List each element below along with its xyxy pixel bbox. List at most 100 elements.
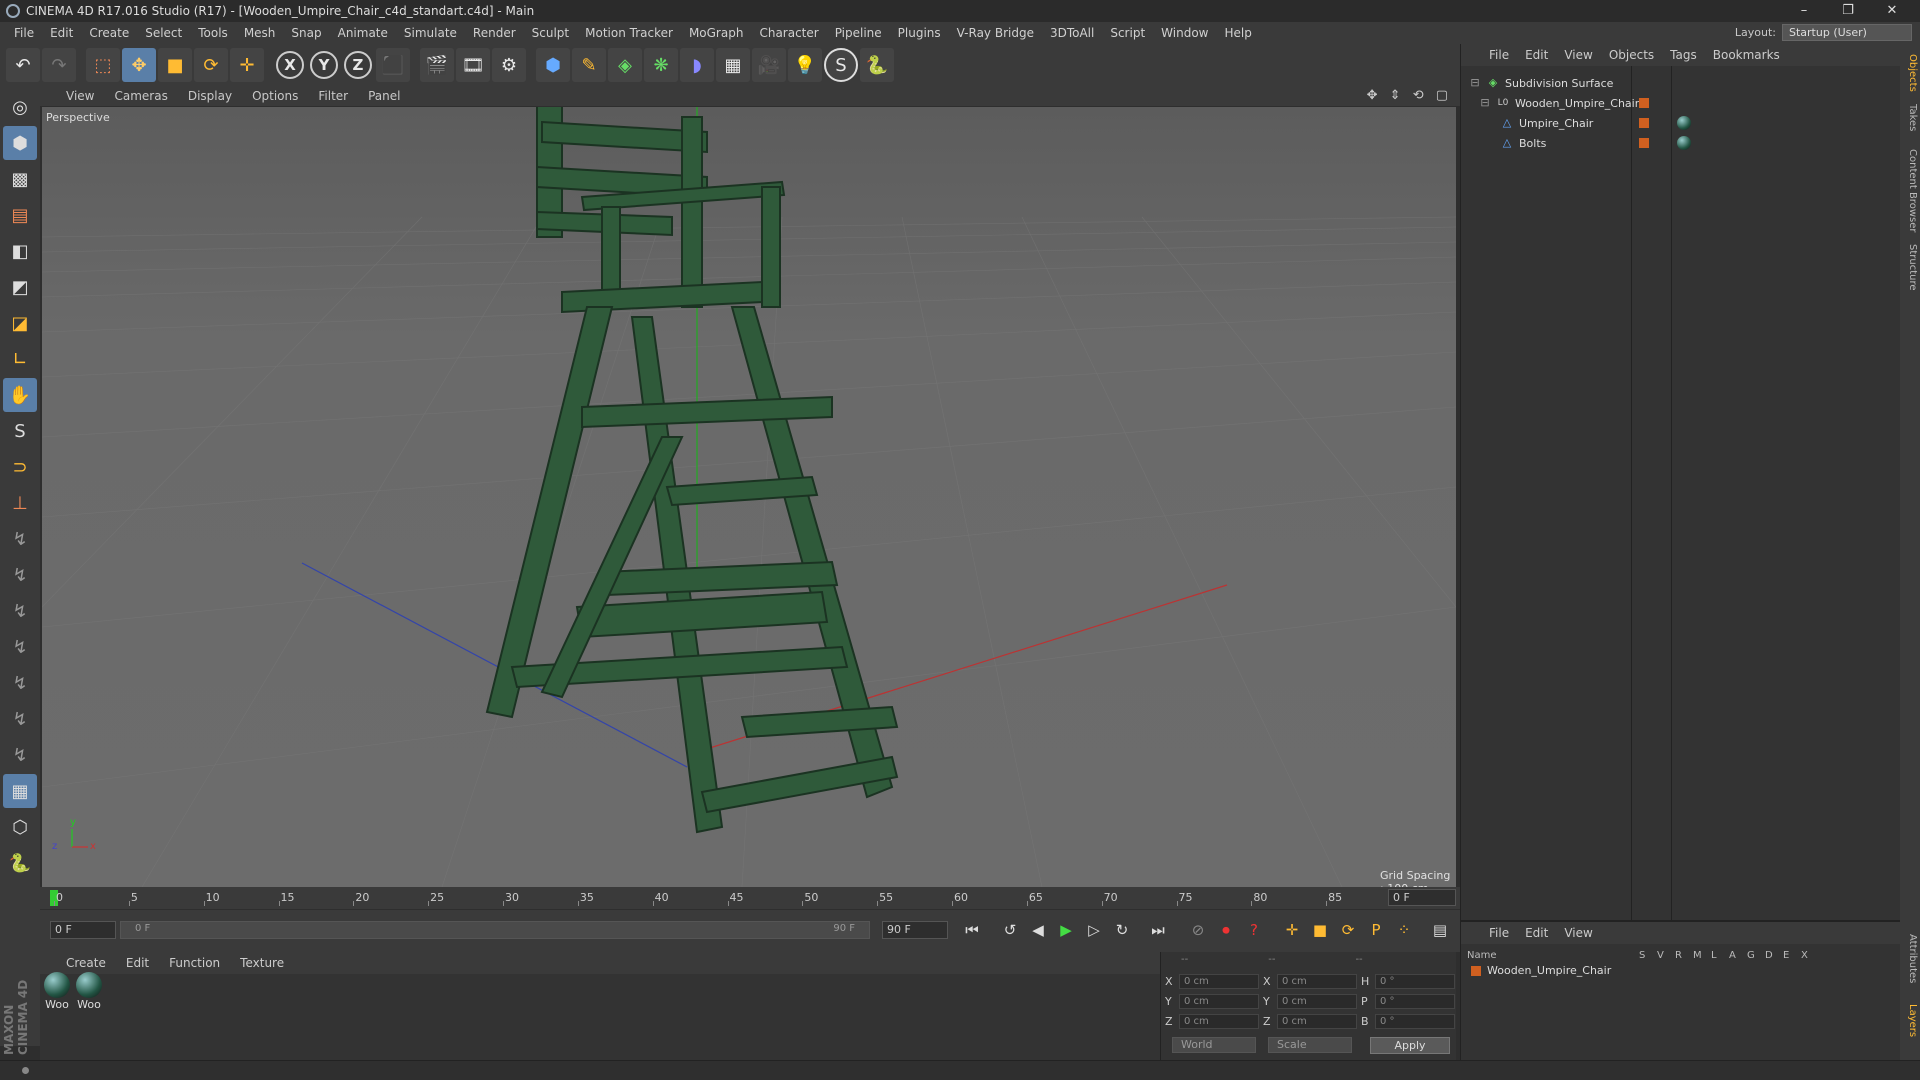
menu-plugins[interactable]: Plugins — [890, 26, 949, 40]
object-row-subdivision-surface[interactable]: ⊟ ◈ Subdivision Surface — [1469, 74, 1613, 92]
material-thumbnail[interactable]: Woo — [74, 972, 104, 1011]
cube-primitive-icon[interactable]: ⬢ — [536, 48, 570, 82]
viewport-menu-panel[interactable]: Panel — [358, 89, 410, 103]
viewport-menu-view[interactable]: View — [56, 89, 104, 103]
layer-color-chip[interactable] — [1639, 98, 1649, 108]
rotation-h-field[interactable]: 0 ° — [1375, 974, 1455, 989]
redo-icon[interactable]: ↷ — [42, 48, 76, 82]
layer-color-chip[interactable] — [1471, 965, 1481, 976]
minimize-button[interactable]: – — [1782, 0, 1826, 22]
layers-menu-view[interactable]: View — [1556, 926, 1600, 940]
object-row-umpire-chair[interactable]: △ Umpire_Chair — [1501, 114, 1594, 132]
menu-file[interactable]: File — [6, 26, 42, 40]
material-thumbnail[interactable]: Woo — [42, 972, 72, 1011]
z-axis-lock-icon[interactable]: Z — [344, 51, 372, 79]
material-menu-create[interactable]: Create — [56, 956, 116, 970]
points-mode-icon[interactable]: ◧ — [3, 234, 37, 268]
transform-tool-icon[interactable]: ✛ — [230, 48, 264, 82]
move-tool-icon[interactable]: ✥ — [122, 48, 156, 82]
sculpt-brush-7-icon[interactable]: ↯ — [3, 738, 37, 772]
close-button[interactable]: ✕ — [1870, 0, 1914, 22]
tab-content-browser[interactable]: Content Browser — [1902, 149, 1918, 232]
workplane-mode-icon[interactable]: ▤ — [3, 198, 37, 232]
timeline-layout-icon[interactable]: ▤ — [1428, 918, 1452, 942]
sculpt-brush-1-icon[interactable]: ↯ — [3, 522, 37, 556]
axis-mode-icon[interactable]: ∟ — [3, 342, 37, 376]
grid-lock-icon[interactable]: ▦ — [3, 774, 37, 808]
layers-menu-file[interactable]: File — [1481, 926, 1517, 940]
go-to-end-icon[interactable]: ⏭ — [1146, 918, 1170, 942]
subdivision-surface-icon[interactable]: ◈ — [608, 48, 642, 82]
perspective-viewport[interactable]: y x z Perspective Grid Spacing : 100 cm — [42, 107, 1456, 887]
menu-3dtoall[interactable]: 3DToAll — [1042, 26, 1102, 40]
start-frame-field[interactable]: 0 F — [50, 921, 116, 939]
object-row-wooden-umpire-chair[interactable]: ⊟ L0 Wooden_Umpire_Chair — [1479, 94, 1639, 112]
magnet-icon[interactable]: ⊃ — [3, 450, 37, 484]
auto-key-icon[interactable]: ? — [1242, 918, 1266, 942]
material-menu-function[interactable]: Function — [159, 956, 230, 970]
viewport-menu-display[interactable]: Display — [178, 89, 242, 103]
texture-mode-icon[interactable]: ▩ — [3, 162, 37, 196]
cloner-icon[interactable]: ❋ — [644, 48, 678, 82]
current-frame-field[interactable]: 0 F — [1388, 889, 1456, 906]
python-script-icon[interactable]: 🐍 — [3, 846, 37, 880]
next-frame-icon[interactable]: ▷ — [1082, 918, 1106, 942]
key-position-icon[interactable]: ✛ — [1280, 918, 1304, 942]
previous-key-icon[interactable]: ↺ — [998, 918, 1022, 942]
menu-snap[interactable]: Snap — [283, 26, 329, 40]
menu-animate[interactable]: Animate — [330, 26, 396, 40]
light-icon[interactable]: 💡 — [788, 48, 822, 82]
key-scale-icon[interactable]: ■ — [1308, 918, 1332, 942]
viewport-menu-options[interactable]: Options — [242, 89, 308, 103]
camera-icon[interactable]: 🎥 — [752, 48, 786, 82]
objects-menu-tags[interactable]: Tags — [1662, 48, 1705, 62]
sculpt-brush-3-icon[interactable]: ↯ — [3, 594, 37, 628]
next-key-icon[interactable]: ↻ — [1110, 918, 1134, 942]
render-settings-icon[interactable]: ⚙ — [492, 48, 526, 82]
previous-frame-icon[interactable]: ◀ — [1026, 918, 1050, 942]
model-mode-icon[interactable]: ⬢ — [3, 126, 37, 160]
tab-layers[interactable]: Layers — [1902, 1004, 1918, 1037]
menu-simulate[interactable]: Simulate — [396, 26, 465, 40]
tweak-mode-icon[interactable]: ✋ — [3, 378, 37, 412]
play-icon[interactable]: ▶ — [1054, 918, 1078, 942]
frame-range-slider[interactable]: 0 F 90 F — [120, 921, 870, 939]
bake-icon[interactable]: ⬡ — [3, 810, 37, 844]
material-menu-edit[interactable]: Edit — [116, 956, 159, 970]
layers-menu-edit[interactable]: Edit — [1517, 926, 1556, 940]
sculpt-brush-6-icon[interactable]: ↯ — [3, 702, 37, 736]
menu-window[interactable]: Window — [1153, 26, 1216, 40]
object-row-bolts[interactable]: △ Bolts — [1501, 134, 1547, 152]
timeline-ruler[interactable]: 051015202530354045505560657075808590 — [40, 887, 1460, 909]
key-pla-icon[interactable]: ⁘ — [1392, 918, 1416, 942]
objects-menu-bookmarks[interactable]: Bookmarks — [1705, 48, 1788, 62]
scale-tool-icon[interactable]: ■ — [158, 48, 192, 82]
record-icon[interactable]: ⏺ — [1214, 918, 1238, 942]
menu-select[interactable]: Select — [137, 26, 190, 40]
live-selection-icon[interactable]: ⬚ — [86, 48, 120, 82]
rotation-p-field[interactable]: 0 ° — [1375, 994, 1455, 1009]
menu-mesh[interactable]: Mesh — [236, 26, 284, 40]
tab-objects[interactable]: Objects — [1902, 54, 1918, 92]
rotation-b-field[interactable]: 0 ° — [1375, 1014, 1455, 1029]
record-off-icon[interactable]: ⊘ — [1186, 918, 1210, 942]
layout-select[interactable]: Startup (User) — [1782, 24, 1912, 41]
render-picture-viewer-icon[interactable]: 🎞 — [456, 48, 490, 82]
menu-help[interactable]: Help — [1216, 26, 1259, 40]
position-y-field[interactable]: 0 cm — [1179, 994, 1259, 1009]
size-y-field[interactable]: 0 cm — [1277, 994, 1357, 1009]
undo-icon[interactable]: ↶ — [6, 48, 40, 82]
sculpt-brush-4-icon[interactable]: ↯ — [3, 630, 37, 664]
material-tag-icon[interactable] — [1677, 136, 1691, 150]
menu-vray-bridge[interactable]: V-Ray Bridge — [949, 26, 1042, 40]
deformer-icon[interactable]: ◗ — [680, 48, 714, 82]
make-editable-icon[interactable]: ◎ — [3, 90, 37, 124]
go-to-start-icon[interactable]: ⏮ — [960, 918, 984, 942]
material-menu-texture[interactable]: Texture — [230, 956, 294, 970]
viewport-menu-filter[interactable]: Filter — [308, 89, 358, 103]
menu-pipeline[interactable]: Pipeline — [827, 26, 890, 40]
viewport-nav-icons[interactable]: ✥ ⇕ ⟲ ▢ — [1367, 88, 1452, 103]
pen-spline-icon[interactable]: ✎ — [572, 48, 606, 82]
objects-menu-objects[interactable]: Objects — [1601, 48, 1662, 62]
material-tag-icon[interactable] — [1677, 116, 1691, 130]
